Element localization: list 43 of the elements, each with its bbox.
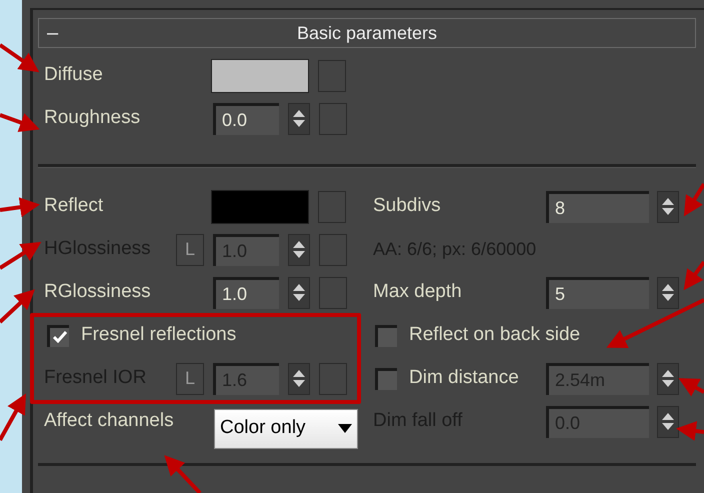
dropdown[interactable]: Color only [214,408,358,448]
checkbox-label: Reflect on back side [409,323,580,348]
annotation-arrow [678,378,704,396]
parameter-label: Max depth [373,281,462,302]
number-field[interactable]: 0.0 [213,102,279,134]
annotation-arrow [684,260,704,290]
number-field[interactable]: 1.0 [213,276,279,308]
parameter-label: Roughness [44,107,140,128]
parameter-label: Diffuse [44,64,103,86]
checkbox[interactable] [47,324,69,346]
annotation-arrow [0,43,40,72]
checkmark-icon [52,331,66,343]
parameter-label: Reflect [44,195,104,216]
annotation-arrow [0,242,42,270]
spin-arrows[interactable] [288,276,310,308]
spin-arrows[interactable] [288,362,310,394]
checkbox[interactable] [375,324,397,346]
caret-icon [338,424,352,433]
number-field[interactable]: 8 [546,190,649,222]
parameter-label: Subdivs [373,195,441,216]
annotation-arrow [684,182,704,216]
annotation-arrow [164,455,202,493]
rollout-title: Basic parameters [296,22,438,45]
annotation-arrow [0,197,40,218]
spin-arrows[interactable] [657,276,679,308]
checkbox-label: Fresnel reflections [81,323,236,348]
rollout-header[interactable]: – Basic parameters [38,18,696,48]
color-swatch[interactable] [211,190,309,224]
annotation-arrow [0,289,35,324]
color-swatch[interactable] [211,58,309,92]
spin-arrows[interactable] [288,234,310,266]
collapse-toggle[interactable]: – [47,22,58,44]
parameter-label: Affect channels [44,410,174,432]
annotation-arrow [0,113,40,132]
parameter-label: RGlossiness [44,281,151,302]
spin-arrows[interactable] [657,406,679,438]
annotation-arrow [676,421,704,441]
spin-arrows[interactable] [657,362,679,394]
annotation-arrow [0,394,26,441]
number-field[interactable]: 5 [546,276,649,308]
spin-arrows[interactable] [657,190,679,222]
parameter-label: Dim distance [409,366,519,390]
spin-arrows[interactable] [288,102,310,134]
